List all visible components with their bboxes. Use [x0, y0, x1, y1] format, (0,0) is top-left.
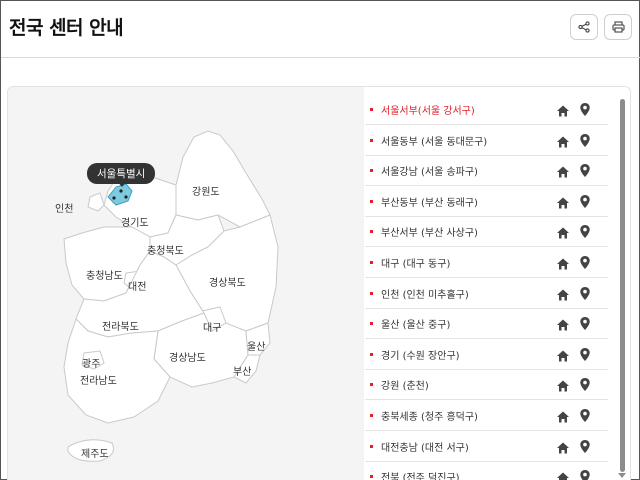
- map-pin-icon[interactable]: [579, 469, 591, 480]
- map-pin-icon[interactable]: [579, 377, 591, 392]
- scrollbar-thumb[interactable]: [620, 99, 625, 472]
- map-pin-icon[interactable]: [579, 224, 591, 239]
- bullet-marker: [370, 261, 373, 264]
- center-label[interactable]: 서울강남 (서울 송파구): [381, 163, 478, 178]
- home-icon[interactable]: [556, 317, 570, 331]
- center-list-item[interactable]: 부산서부 (부산 사상구): [365, 217, 608, 248]
- map-pin-icon[interactable]: [579, 408, 591, 423]
- print-button[interactable]: [604, 14, 632, 40]
- center-label[interactable]: 인천 (인천 미추홀구): [381, 286, 469, 301]
- map-label-incheon: 인천: [55, 204, 74, 215]
- center-label[interactable]: 부산동부 (부산 동래구): [381, 194, 478, 209]
- bullet-marker: [370, 322, 373, 326]
- center-list-item[interactable]: 서울강남 (서울 송파구): [365, 156, 608, 187]
- bullet-marker: [370, 475, 373, 479]
- center-list-item[interactable]: 서울동부 (서울 동대문구): [365, 126, 608, 156]
- map-pin-icon[interactable]: [579, 133, 591, 148]
- map-label-daejeon: 대전: [128, 282, 147, 293]
- bullet-marker: [370, 444, 373, 448]
- map-tooltip-arrow: [117, 181, 127, 187]
- center-list-item[interactable]: 울산 (울산 중구): [365, 309, 608, 340]
- center-label[interactable]: 대전충남 (대전 서구): [381, 439, 469, 454]
- center-label[interactable]: 서울동부 (서울 동대문구): [381, 133, 487, 148]
- center-label[interactable]: 울산 (울산 중구): [381, 316, 450, 331]
- bullet-marker: [370, 230, 373, 234]
- bullet-marker: [370, 199, 373, 203]
- center-list-item[interactable]: 부산동부 (부산 동래구): [365, 187, 608, 217]
- map-label-gyeonggi: 경기도: [121, 218, 149, 229]
- header-divider: [1, 57, 640, 58]
- region-incheon[interactable]: [87, 192, 105, 212]
- center-list-item[interactable]: 경기 (수원 장안구): [365, 340, 608, 370]
- center-label[interactable]: 전북 (전주 덕진구): [381, 469, 460, 480]
- center-list-item[interactable]: 전북 (전주 덕진구): [365, 462, 608, 480]
- center-label[interactable]: 부산서부 (부산 사상구): [381, 224, 478, 239]
- map-label-jeonnam: 전라남도: [80, 376, 117, 387]
- bullet-marker: [370, 108, 373, 111]
- bullet-marker: [370, 169, 373, 173]
- window-frame: 전국 센터 안내 서울특별시 인천 경기도 강원도 충청북도 충청남도 대전 경…: [0, 0, 640, 480]
- home-icon[interactable]: [556, 134, 570, 148]
- bullet-marker: [370, 414, 373, 417]
- share-button[interactable]: [570, 14, 598, 40]
- map-pin-icon[interactable]: [579, 194, 591, 209]
- bullet-marker: [370, 138, 373, 142]
- center-list-item[interactable]: 대구 (대구 동구): [365, 248, 608, 278]
- home-icon[interactable]: [556, 348, 570, 362]
- center-label[interactable]: 경기 (수원 장안구): [381, 347, 460, 362]
- home-icon[interactable]: [556, 378, 570, 392]
- map-label-chungnam: 충청남도: [86, 271, 123, 282]
- center-label[interactable]: 대구 (대구 동구): [381, 255, 450, 270]
- bullet-marker: [370, 383, 373, 387]
- list-scrollbar[interactable]: [618, 99, 626, 479]
- map-label-chungbuk: 충청북도: [147, 246, 184, 257]
- print-icon: [611, 21, 625, 33]
- home-icon[interactable]: [556, 409, 570, 423]
- center-list-item[interactable]: 대전충남 (대전 서구): [365, 432, 608, 462]
- map-label-ulsan: 울산: [247, 342, 266, 353]
- map-label-busan: 부산: [233, 367, 252, 378]
- home-icon[interactable]: [556, 164, 570, 178]
- map-pin-icon[interactable]: [579, 102, 591, 117]
- bullet-marker: [370, 352, 373, 356]
- home-icon[interactable]: [556, 287, 570, 301]
- map-pin-icon[interactable]: [579, 163, 591, 178]
- map-label-gyeongbuk: 경상북도: [209, 278, 246, 289]
- center-list-item[interactable]: 서울서부(서울 강서구): [365, 95, 608, 125]
- map-pin-icon[interactable]: [579, 286, 591, 301]
- map-pin-icon[interactable]: [579, 439, 591, 454]
- map-label-gangwon: 강원도: [192, 187, 220, 198]
- center-label[interactable]: 서울서부(서울 강서구): [381, 102, 475, 117]
- center-list-item[interactable]: 충북세종 (청주 흥덕구): [365, 401, 608, 431]
- map-pin-icon[interactable]: [579, 255, 591, 270]
- map-label-jeonbuk: 전라북도: [102, 322, 139, 333]
- map-pin-icon[interactable]: [579, 316, 591, 331]
- region-gangwon[interactable]: [175, 130, 271, 228]
- scrollbar-down-arrow[interactable]: [618, 473, 626, 478]
- center-label[interactable]: 강원 (춘천): [381, 377, 429, 392]
- center-panel: 서울특별시 인천 경기도 강원도 충청북도 충청남도 대전 경상북도 전라북도 …: [7, 86, 631, 480]
- map-label-gyeongnam: 경상남도: [169, 353, 206, 364]
- home-icon[interactable]: [556, 195, 570, 209]
- center-list-item[interactable]: 강원 (춘천): [365, 370, 608, 401]
- home-icon[interactable]: [556, 256, 570, 270]
- map-label-jeju: 제주도: [81, 449, 109, 460]
- home-icon[interactable]: [556, 103, 570, 117]
- map-label-gwangju: 광주: [82, 359, 101, 370]
- home-icon[interactable]: [556, 225, 570, 239]
- home-icon[interactable]: [556, 470, 570, 480]
- bullet-marker: [370, 291, 373, 295]
- share-icon: [578, 21, 590, 33]
- center-list: 서울서부(서울 강서구) 서울동부 (서울 동대문구) 서울강남 (서울 송파구) 부…: [365, 87, 611, 480]
- map-label-daegu: 대구: [203, 323, 222, 334]
- page-title: 전국 센터 안내: [9, 17, 124, 39]
- center-label[interactable]: 충북세종 (청주 흥덕구): [381, 408, 478, 423]
- home-icon[interactable]: [556, 440, 570, 454]
- korea-map: 서울특별시 인천 경기도 강원도 충청북도 충청남도 대전 경상북도 전라북도 …: [8, 87, 364, 480]
- map-pin-icon[interactable]: [579, 347, 591, 362]
- center-list-item[interactable]: 인천 (인천 미추홀구): [365, 279, 608, 309]
